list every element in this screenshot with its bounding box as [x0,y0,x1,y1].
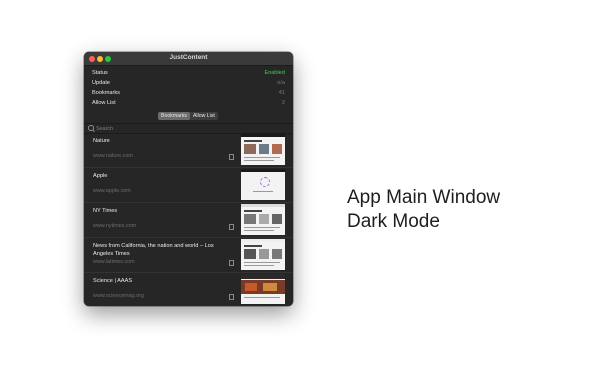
bookmarks-label: Bookmarks [92,90,120,96]
bookmarks-row: Bookmarks 41 [92,90,285,99]
bookmark-title: Apple [93,173,108,179]
status-value: Enabled [264,70,285,76]
copy-icon[interactable] [229,260,234,266]
allow-list-count: 2 [281,100,285,106]
bookmark-item-nytimes[interactable]: NY Times www.nytimes.com [84,203,293,238]
window-title: JustContent [169,54,208,61]
bookmark-title: Science | AAAS [93,278,133,284]
status-row: Status Enabled [92,70,285,79]
update-row: Update n/a [92,80,285,89]
bookmark-item-science[interactable]: Science | AAAS www.sciencemag.org [84,273,293,304]
update-label: Update [92,80,111,86]
view-segmented-control: Bookmarks Allow List [158,112,218,120]
page-thumbnail [241,169,285,200]
bookmark-title: NY Times [93,208,118,214]
copy-icon[interactable] [229,154,234,160]
page-thumbnail [241,134,285,165]
page-thumbnail [241,274,285,304]
bookmark-url: www.latimes.com [93,259,135,265]
caption-line-1: App Main Window [347,187,501,208]
caption-heading: App Main Window Dark Mode [347,186,500,234]
copy-icon[interactable] [229,294,234,300]
bookmark-title: Nature [93,138,110,144]
search-icon-handle [92,129,95,132]
bookmark-url: www.sciencemag.org [93,293,144,299]
page-thumbnail [241,239,285,270]
bookmarks-count: 41 [278,90,285,96]
allow-list-tab[interactable]: Allow List [190,112,218,120]
search-placeholder: Search [96,125,114,132]
title-bar: JustContent [84,52,293,66]
update-value: n/a [277,80,285,86]
allow-list-row: Allow List 2 [92,100,285,109]
bookmark-item-latimes[interactable]: News from California, the nation and wor… [84,238,293,273]
page-thumbnail [241,204,285,235]
bookmark-url: www.nytimes.com [93,223,137,229]
bookmark-url: www.nature.com [93,153,133,159]
bookmark-url: www.apple.com [93,188,131,194]
bookmark-item-apple[interactable]: Apple www.apple.com [84,168,293,203]
status-label: Status [92,70,108,76]
allow-list-label: Allow List [92,100,116,106]
bookmark-item-nature[interactable]: Nature www.nature.com [84,133,293,168]
bookmark-title: News from California, the nation and wor… [93,243,214,257]
caption-line-2: Dark Mode [347,211,440,232]
copy-icon[interactable] [229,224,234,230]
bookmarks-tab[interactable]: Bookmarks [158,112,190,120]
